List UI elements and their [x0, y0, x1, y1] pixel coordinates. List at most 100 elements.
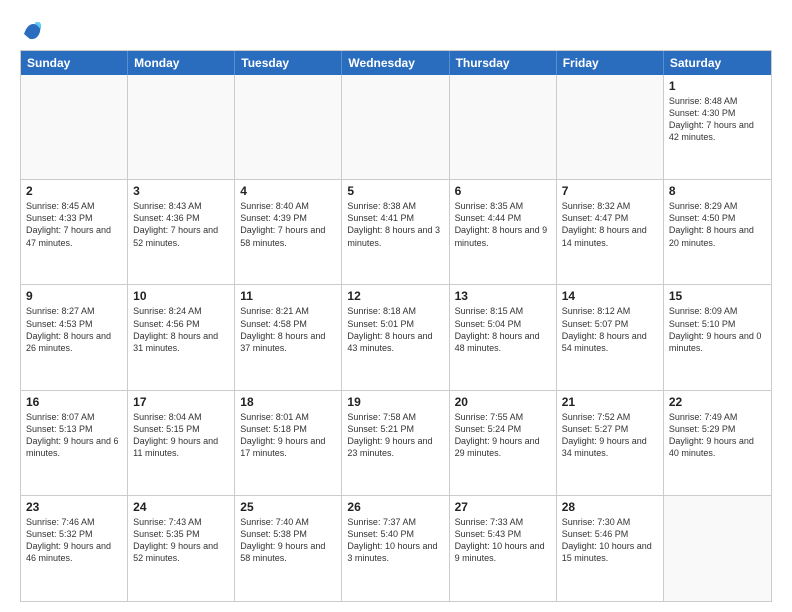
day-info: Sunrise: 8:09 AM Sunset: 5:10 PM Dayligh…: [669, 305, 766, 354]
day-number: 7: [562, 184, 658, 198]
calendar: SundayMondayTuesdayWednesdayThursdayFrid…: [20, 50, 772, 602]
day-of-week-tuesday: Tuesday: [235, 51, 342, 75]
day-cell-11: 11 Sunrise: 8:21 AM Sunset: 4:58 PM Dayli…: [235, 285, 342, 389]
day-number: 11: [240, 289, 336, 303]
day-number: 16: [26, 395, 122, 409]
day-number: 10: [133, 289, 229, 303]
day-info: Sunrise: 8:43 AM Sunset: 4:36 PM Dayligh…: [133, 200, 229, 249]
day-info: Sunrise: 8:01 AM Sunset: 5:18 PM Dayligh…: [240, 411, 336, 460]
day-cell-8: 8 Sunrise: 8:29 AM Sunset: 4:50 PM Daylig…: [664, 180, 771, 284]
day-cell-24: 24 Sunrise: 7:43 AM Sunset: 5:35 PM Dayli…: [128, 496, 235, 601]
day-number: 23: [26, 500, 122, 514]
day-number: 8: [669, 184, 766, 198]
day-info: Sunrise: 7:37 AM Sunset: 5:40 PM Dayligh…: [347, 516, 443, 565]
day-number: 9: [26, 289, 122, 303]
day-info: Sunrise: 8:12 AM Sunset: 5:07 PM Dayligh…: [562, 305, 658, 354]
week-row-0: 1 Sunrise: 8:48 AM Sunset: 4:30 PM Daylig…: [21, 75, 771, 180]
day-info: Sunrise: 8:29 AM Sunset: 4:50 PM Dayligh…: [669, 200, 766, 249]
day-cell-26: 26 Sunrise: 7:37 AM Sunset: 5:40 PM Dayli…: [342, 496, 449, 601]
day-cell-27: 27 Sunrise: 7:33 AM Sunset: 5:43 PM Dayli…: [450, 496, 557, 601]
day-cell-6: 6 Sunrise: 8:35 AM Sunset: 4:44 PM Daylig…: [450, 180, 557, 284]
day-number: 24: [133, 500, 229, 514]
week-row-3: 16 Sunrise: 8:07 AM Sunset: 5:13 PM Dayli…: [21, 391, 771, 496]
day-cell-15: 15Sunrise: 8:09 AM Sunset: 5:10 PM Dayli…: [664, 285, 771, 389]
day-number: 27: [455, 500, 551, 514]
day-number: 21: [562, 395, 658, 409]
day-info: Sunrise: 8:21 AM Sunset: 4:58 PM Dayligh…: [240, 305, 336, 354]
day-info: Sunrise: 8:15 AM Sunset: 5:04 PM Dayligh…: [455, 305, 551, 354]
day-info: Sunrise: 8:40 AM Sunset: 4:39 PM Dayligh…: [240, 200, 336, 249]
calendar-body: 1 Sunrise: 8:48 AM Sunset: 4:30 PM Daylig…: [21, 75, 771, 601]
day-info: Sunrise: 8:04 AM Sunset: 5:15 PM Dayligh…: [133, 411, 229, 460]
day-cell-16: 16 Sunrise: 8:07 AM Sunset: 5:13 PM Dayli…: [21, 391, 128, 495]
day-number: 28: [562, 500, 658, 514]
day-cell-20: 20 Sunrise: 7:55 AM Sunset: 5:24 PM Dayli…: [450, 391, 557, 495]
day-cell-4: 4 Sunrise: 8:40 AM Sunset: 4:39 PM Daylig…: [235, 180, 342, 284]
day-of-week-wednesday: Wednesday: [342, 51, 449, 75]
day-number: 17: [133, 395, 229, 409]
calendar-header: SundayMondayTuesdayWednesdayThursdayFrid…: [21, 51, 771, 75]
day-number: 26: [347, 500, 443, 514]
empty-cell: [664, 496, 771, 601]
day-info: Sunrise: 7:33 AM Sunset: 5:43 PM Dayligh…: [455, 516, 551, 565]
day-cell-19: 19 Sunrise: 7:58 AM Sunset: 5:21 PM Dayli…: [342, 391, 449, 495]
day-number: 14: [562, 289, 658, 303]
day-cell-3: 3 Sunrise: 8:43 AM Sunset: 4:36 PM Daylig…: [128, 180, 235, 284]
header: [20, 18, 772, 42]
day-number: 12: [347, 289, 443, 303]
logo-icon: [20, 18, 44, 42]
day-of-week-sunday: Sunday: [21, 51, 128, 75]
empty-cell: [342, 75, 449, 179]
day-number: 5: [347, 184, 443, 198]
empty-cell: [235, 75, 342, 179]
day-info: Sunrise: 7:30 AM Sunset: 5:46 PM Dayligh…: [562, 516, 658, 565]
day-info: Sunrise: 8:32 AM Sunset: 4:47 PM Dayligh…: [562, 200, 658, 249]
week-row-4: 23 Sunrise: 7:46 AM Sunset: 5:32 PM Dayli…: [21, 496, 771, 601]
day-info: Sunrise: 7:52 AM Sunset: 5:27 PM Dayligh…: [562, 411, 658, 460]
day-info: Sunrise: 8:07 AM Sunset: 5:13 PM Dayligh…: [26, 411, 122, 460]
day-cell-17: 17 Sunrise: 8:04 AM Sunset: 5:15 PM Dayli…: [128, 391, 235, 495]
day-number: 19: [347, 395, 443, 409]
day-of-week-thursday: Thursday: [450, 51, 557, 75]
day-cell-1: 1 Sunrise: 8:48 AM Sunset: 4:30 PM Daylig…: [664, 75, 771, 179]
day-cell-10: 10Sunrise: 8:24 AM Sunset: 4:56 PM Dayli…: [128, 285, 235, 389]
day-info: Sunrise: 7:46 AM Sunset: 5:32 PM Dayligh…: [26, 516, 122, 565]
day-info: Sunrise: 8:38 AM Sunset: 4:41 PM Dayligh…: [347, 200, 443, 249]
day-number: 6: [455, 184, 551, 198]
empty-cell: [557, 75, 664, 179]
day-cell-28: 28 Sunrise: 7:30 AM Sunset: 5:46 PM Dayli…: [557, 496, 664, 601]
week-row-1: 2 Sunrise: 8:45 AM Sunset: 4:33 PM Daylig…: [21, 180, 771, 285]
day-number: 1: [669, 79, 766, 93]
day-cell-18: 18Sunrise: 8:01 AM Sunset: 5:18 PM Dayli…: [235, 391, 342, 495]
day-cell-2: 2 Sunrise: 8:45 AM Sunset: 4:33 PM Daylig…: [21, 180, 128, 284]
day-number: 25: [240, 500, 336, 514]
day-number: 4: [240, 184, 336, 198]
day-info: Sunrise: 7:40 AM Sunset: 5:38 PM Dayligh…: [240, 516, 336, 565]
day-cell-7: 7 Sunrise: 8:32 AM Sunset: 4:47 PM Daylig…: [557, 180, 664, 284]
day-number: 2: [26, 184, 122, 198]
day-cell-22: 22Sunrise: 7:49 AM Sunset: 5:29 PM Dayli…: [664, 391, 771, 495]
day-cell-14: 14 Sunrise: 8:12 AM Sunset: 5:07 PM Dayli…: [557, 285, 664, 389]
day-of-week-friday: Friday: [557, 51, 664, 75]
day-info: Sunrise: 8:48 AM Sunset: 4:30 PM Dayligh…: [669, 95, 766, 144]
week-row-2: 9 Sunrise: 8:27 AM Sunset: 4:53 PM Daylig…: [21, 285, 771, 390]
day-info: Sunrise: 8:18 AM Sunset: 5:01 PM Dayligh…: [347, 305, 443, 354]
day-cell-23: 23 Sunrise: 7:46 AM Sunset: 5:32 PM Dayli…: [21, 496, 128, 601]
day-of-week-saturday: Saturday: [664, 51, 771, 75]
day-number: 20: [455, 395, 551, 409]
logo: [20, 18, 48, 42]
empty-cell: [128, 75, 235, 179]
day-info: Sunrise: 8:45 AM Sunset: 4:33 PM Dayligh…: [26, 200, 122, 249]
day-cell-13: 13Sunrise: 8:15 AM Sunset: 5:04 PM Dayli…: [450, 285, 557, 389]
day-info: Sunrise: 8:27 AM Sunset: 4:53 PM Dayligh…: [26, 305, 122, 354]
day-info: Sunrise: 7:58 AM Sunset: 5:21 PM Dayligh…: [347, 411, 443, 460]
day-number: 3: [133, 184, 229, 198]
empty-cell: [21, 75, 128, 179]
day-info: Sunrise: 7:55 AM Sunset: 5:24 PM Dayligh…: [455, 411, 551, 460]
day-cell-21: 21 Sunrise: 7:52 AM Sunset: 5:27 PM Dayli…: [557, 391, 664, 495]
day-cell-9: 9 Sunrise: 8:27 AM Sunset: 4:53 PM Daylig…: [21, 285, 128, 389]
day-cell-12: 12 Sunrise: 8:18 AM Sunset: 5:01 PM Dayli…: [342, 285, 449, 389]
day-cell-5: 5 Sunrise: 8:38 AM Sunset: 4:41 PM Daylig…: [342, 180, 449, 284]
day-info: Sunrise: 8:35 AM Sunset: 4:44 PM Dayligh…: [455, 200, 551, 249]
day-info: Sunrise: 7:43 AM Sunset: 5:35 PM Dayligh…: [133, 516, 229, 565]
